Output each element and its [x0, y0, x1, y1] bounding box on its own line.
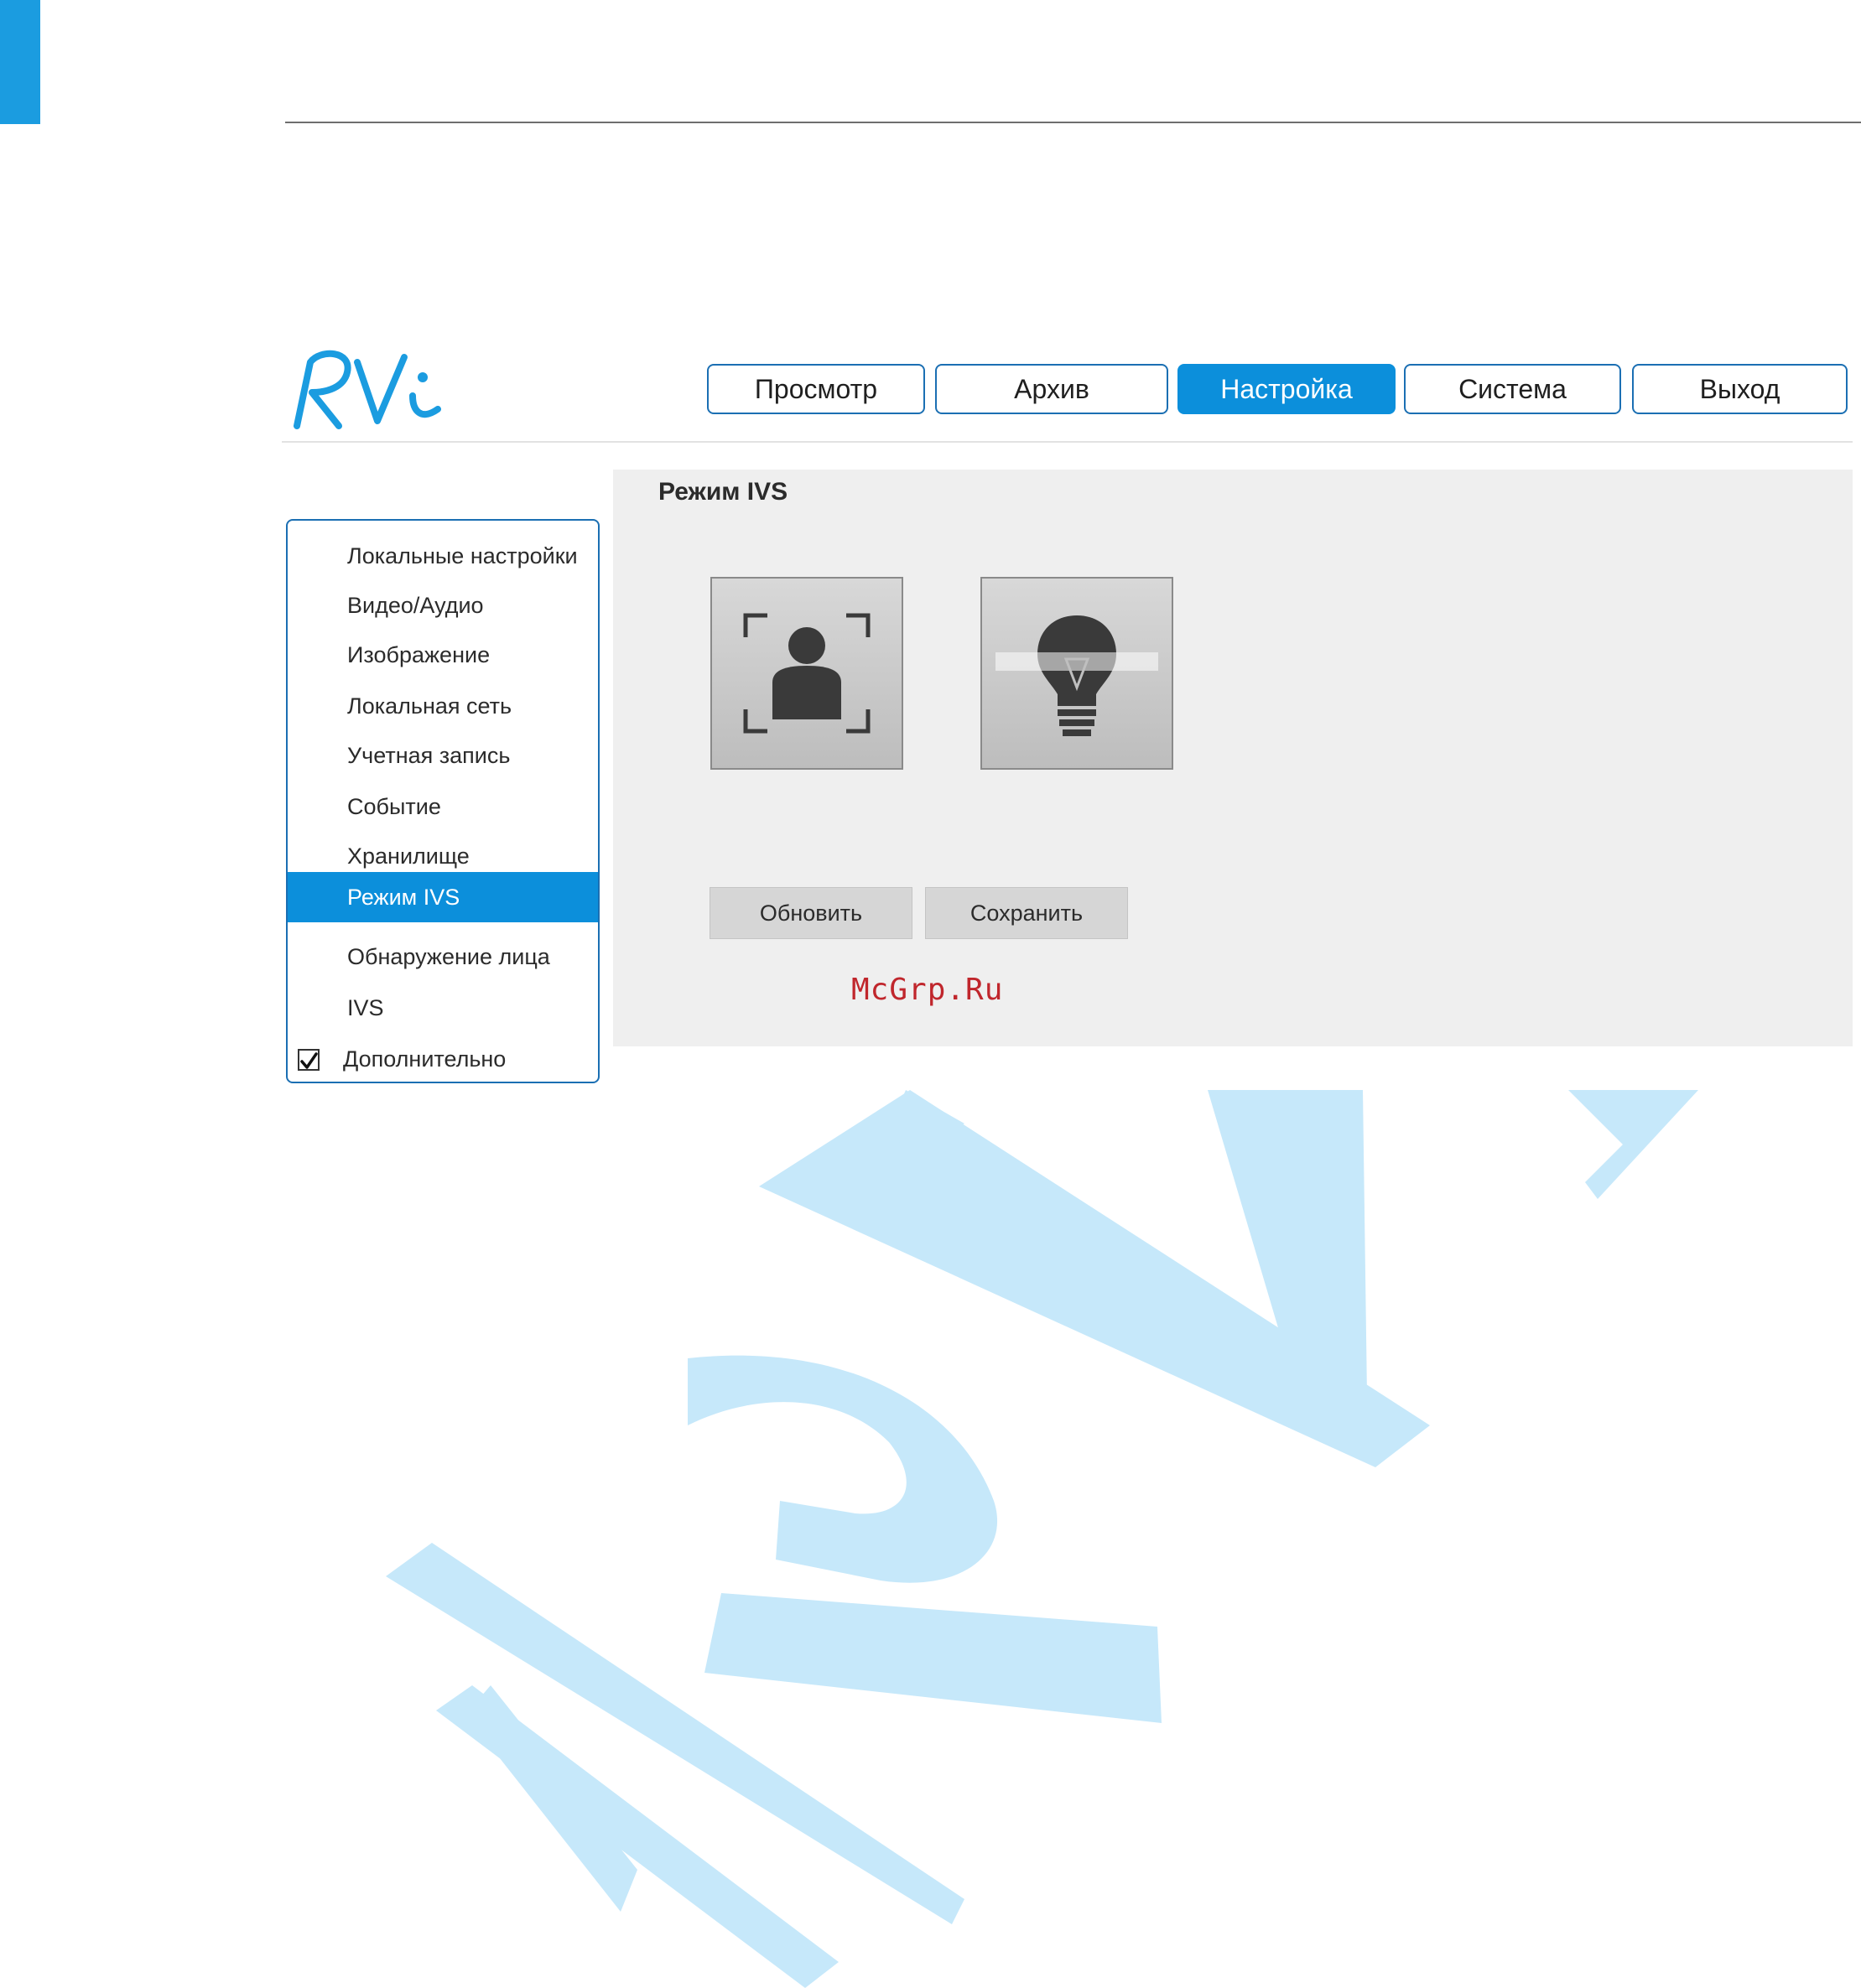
advanced-checkbox[interactable] — [298, 1049, 320, 1071]
nav-tab-system[interactable]: Система — [1404, 364, 1621, 414]
ivs-bulb-icon — [995, 615, 1158, 736]
ivs-mode-tile[interactable] — [980, 577, 1173, 770]
advanced-label: Дополнительно — [343, 1046, 507, 1072]
face-detection-mode-tile[interactable] — [710, 577, 903, 770]
checkmark-icon — [300, 1052, 318, 1069]
sidebar-item-ivs[interactable]: IVS — [288, 983, 598, 1033]
sidebar-item-local-settings[interactable]: Локальные настройки — [288, 531, 598, 581]
sidebar-item-image[interactable]: Изображение — [288, 630, 598, 680]
header-divider — [282, 441, 1853, 443]
sidebar-item-advanced[interactable]: Дополнительно — [288, 1034, 598, 1082]
save-button[interactable]: Сохранить — [925, 887, 1128, 939]
nav-tab-preview[interactable]: Просмотр — [707, 364, 925, 414]
sidebar-item-face-detection[interactable]: Обнаружение лица — [288, 932, 598, 982]
page-title: Режим IVS — [658, 478, 788, 506]
nav-tab-settings[interactable]: Настройка — [1177, 364, 1396, 414]
sidebar-item-video-audio[interactable]: Видео/Аудио — [288, 580, 598, 631]
mcgrp-watermark: McGrp.Ru — [851, 973, 1004, 1007]
face-detection-icon — [743, 613, 871, 734]
refresh-button[interactable]: Обновить — [710, 887, 912, 939]
sidebar-item-network[interactable]: Локальная сеть — [288, 681, 598, 731]
rvi-logo — [294, 350, 441, 429]
sidebar-item-account[interactable]: Учетная запись — [288, 730, 598, 781]
sidebar-item-event[interactable]: Событие — [288, 781, 598, 832]
ivs-mode-panel: Режим IVS Обновить Сохранить — [613, 470, 1853, 1046]
nav-tab-logout[interactable]: Выход — [1632, 364, 1848, 414]
nav-tab-archive[interactable]: Архив — [935, 364, 1168, 414]
settings-sidebar: Локальные настройки Видео/Аудио Изображе… — [286, 519, 600, 1083]
sidebar-item-ivs-mode[interactable]: Режим IVS — [288, 872, 598, 922]
